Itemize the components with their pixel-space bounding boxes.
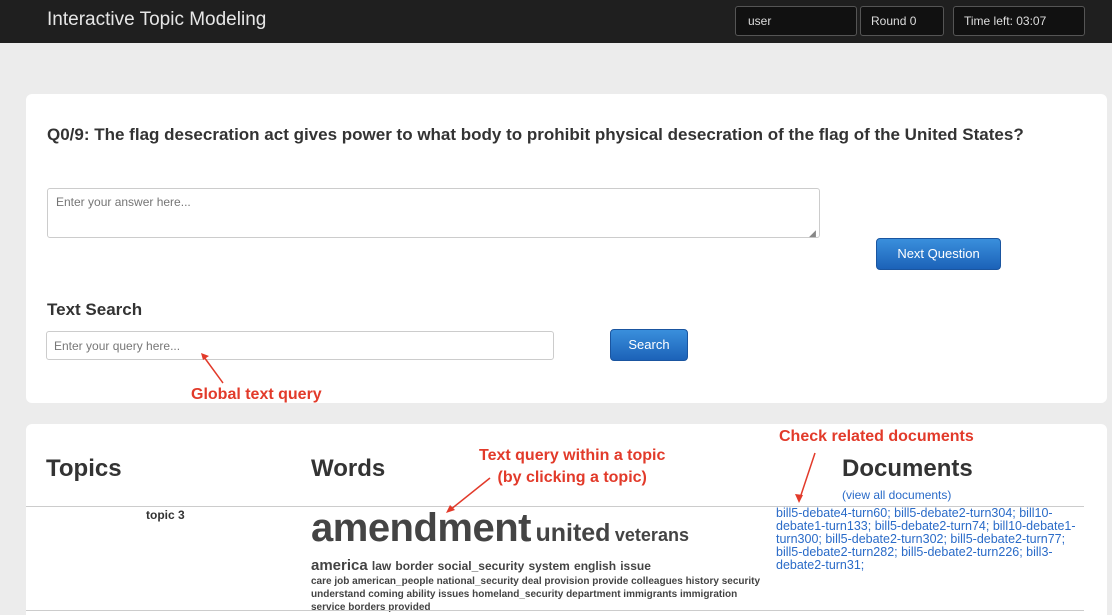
word-social-security[interactable]: social_security — [438, 559, 525, 573]
user-display: user — [735, 6, 857, 36]
annotation-related-docs: Check related documents — [779, 428, 974, 445]
round-display: Round 0 — [860, 6, 944, 36]
word-america[interactable]: america — [311, 557, 368, 574]
answer-input[interactable] — [47, 188, 820, 238]
question-text: Q0/9: The flag desecration act gives pow… — [47, 125, 1024, 144]
related-documents-list[interactable]: bill5-debate4-turn60; bill5-debate2-turn… — [776, 507, 1081, 572]
app-title[interactable]: Interactive Topic Modeling — [47, 9, 266, 31]
navbar: Interactive Topic Modeling user Round 0 … — [0, 0, 1112, 43]
annotation-global-query: Global text query — [191, 386, 322, 403]
word-issue[interactable]: issue — [620, 559, 651, 573]
documents-header: Documents — [842, 455, 973, 482]
search-button[interactable]: Search — [610, 329, 688, 361]
timer-display: Time left: 03:07 — [953, 6, 1085, 36]
topic-item[interactable]: topic 3 — [146, 508, 185, 522]
words-header: Words — [311, 455, 386, 482]
word-amendment[interactable]: amendment — [311, 506, 532, 550]
word-united[interactable]: united — [535, 519, 610, 547]
word-system[interactable]: system — [528, 559, 569, 573]
table-bottom-divider — [26, 610, 1084, 611]
annotation-topic-line2: (by clicking a topic) — [497, 469, 647, 486]
word-law[interactable]: law — [372, 559, 391, 573]
view-all-documents-link[interactable]: (view all documents) — [842, 488, 951, 502]
search-input[interactable]: Enter your query here... — [46, 331, 554, 360]
word-cloud[interactable]: amendment united veterans america law bo… — [311, 506, 761, 614]
annotation-topic-query: Text query within a topic (by clicking a… — [479, 445, 665, 489]
word-english[interactable]: english — [574, 559, 616, 573]
word-veterans[interactable]: veterans — [615, 525, 689, 545]
next-question-button[interactable]: Next Question — [876, 238, 1001, 270]
text-search-label: Text Search — [47, 300, 143, 319]
topics-header: Topics — [46, 455, 122, 482]
word-cloud-small-terms[interactable]: care job american_people national_securi… — [311, 575, 761, 614]
word-border[interactable]: border — [395, 559, 433, 573]
annotation-topic-line1: Text query within a topic — [479, 447, 666, 464]
